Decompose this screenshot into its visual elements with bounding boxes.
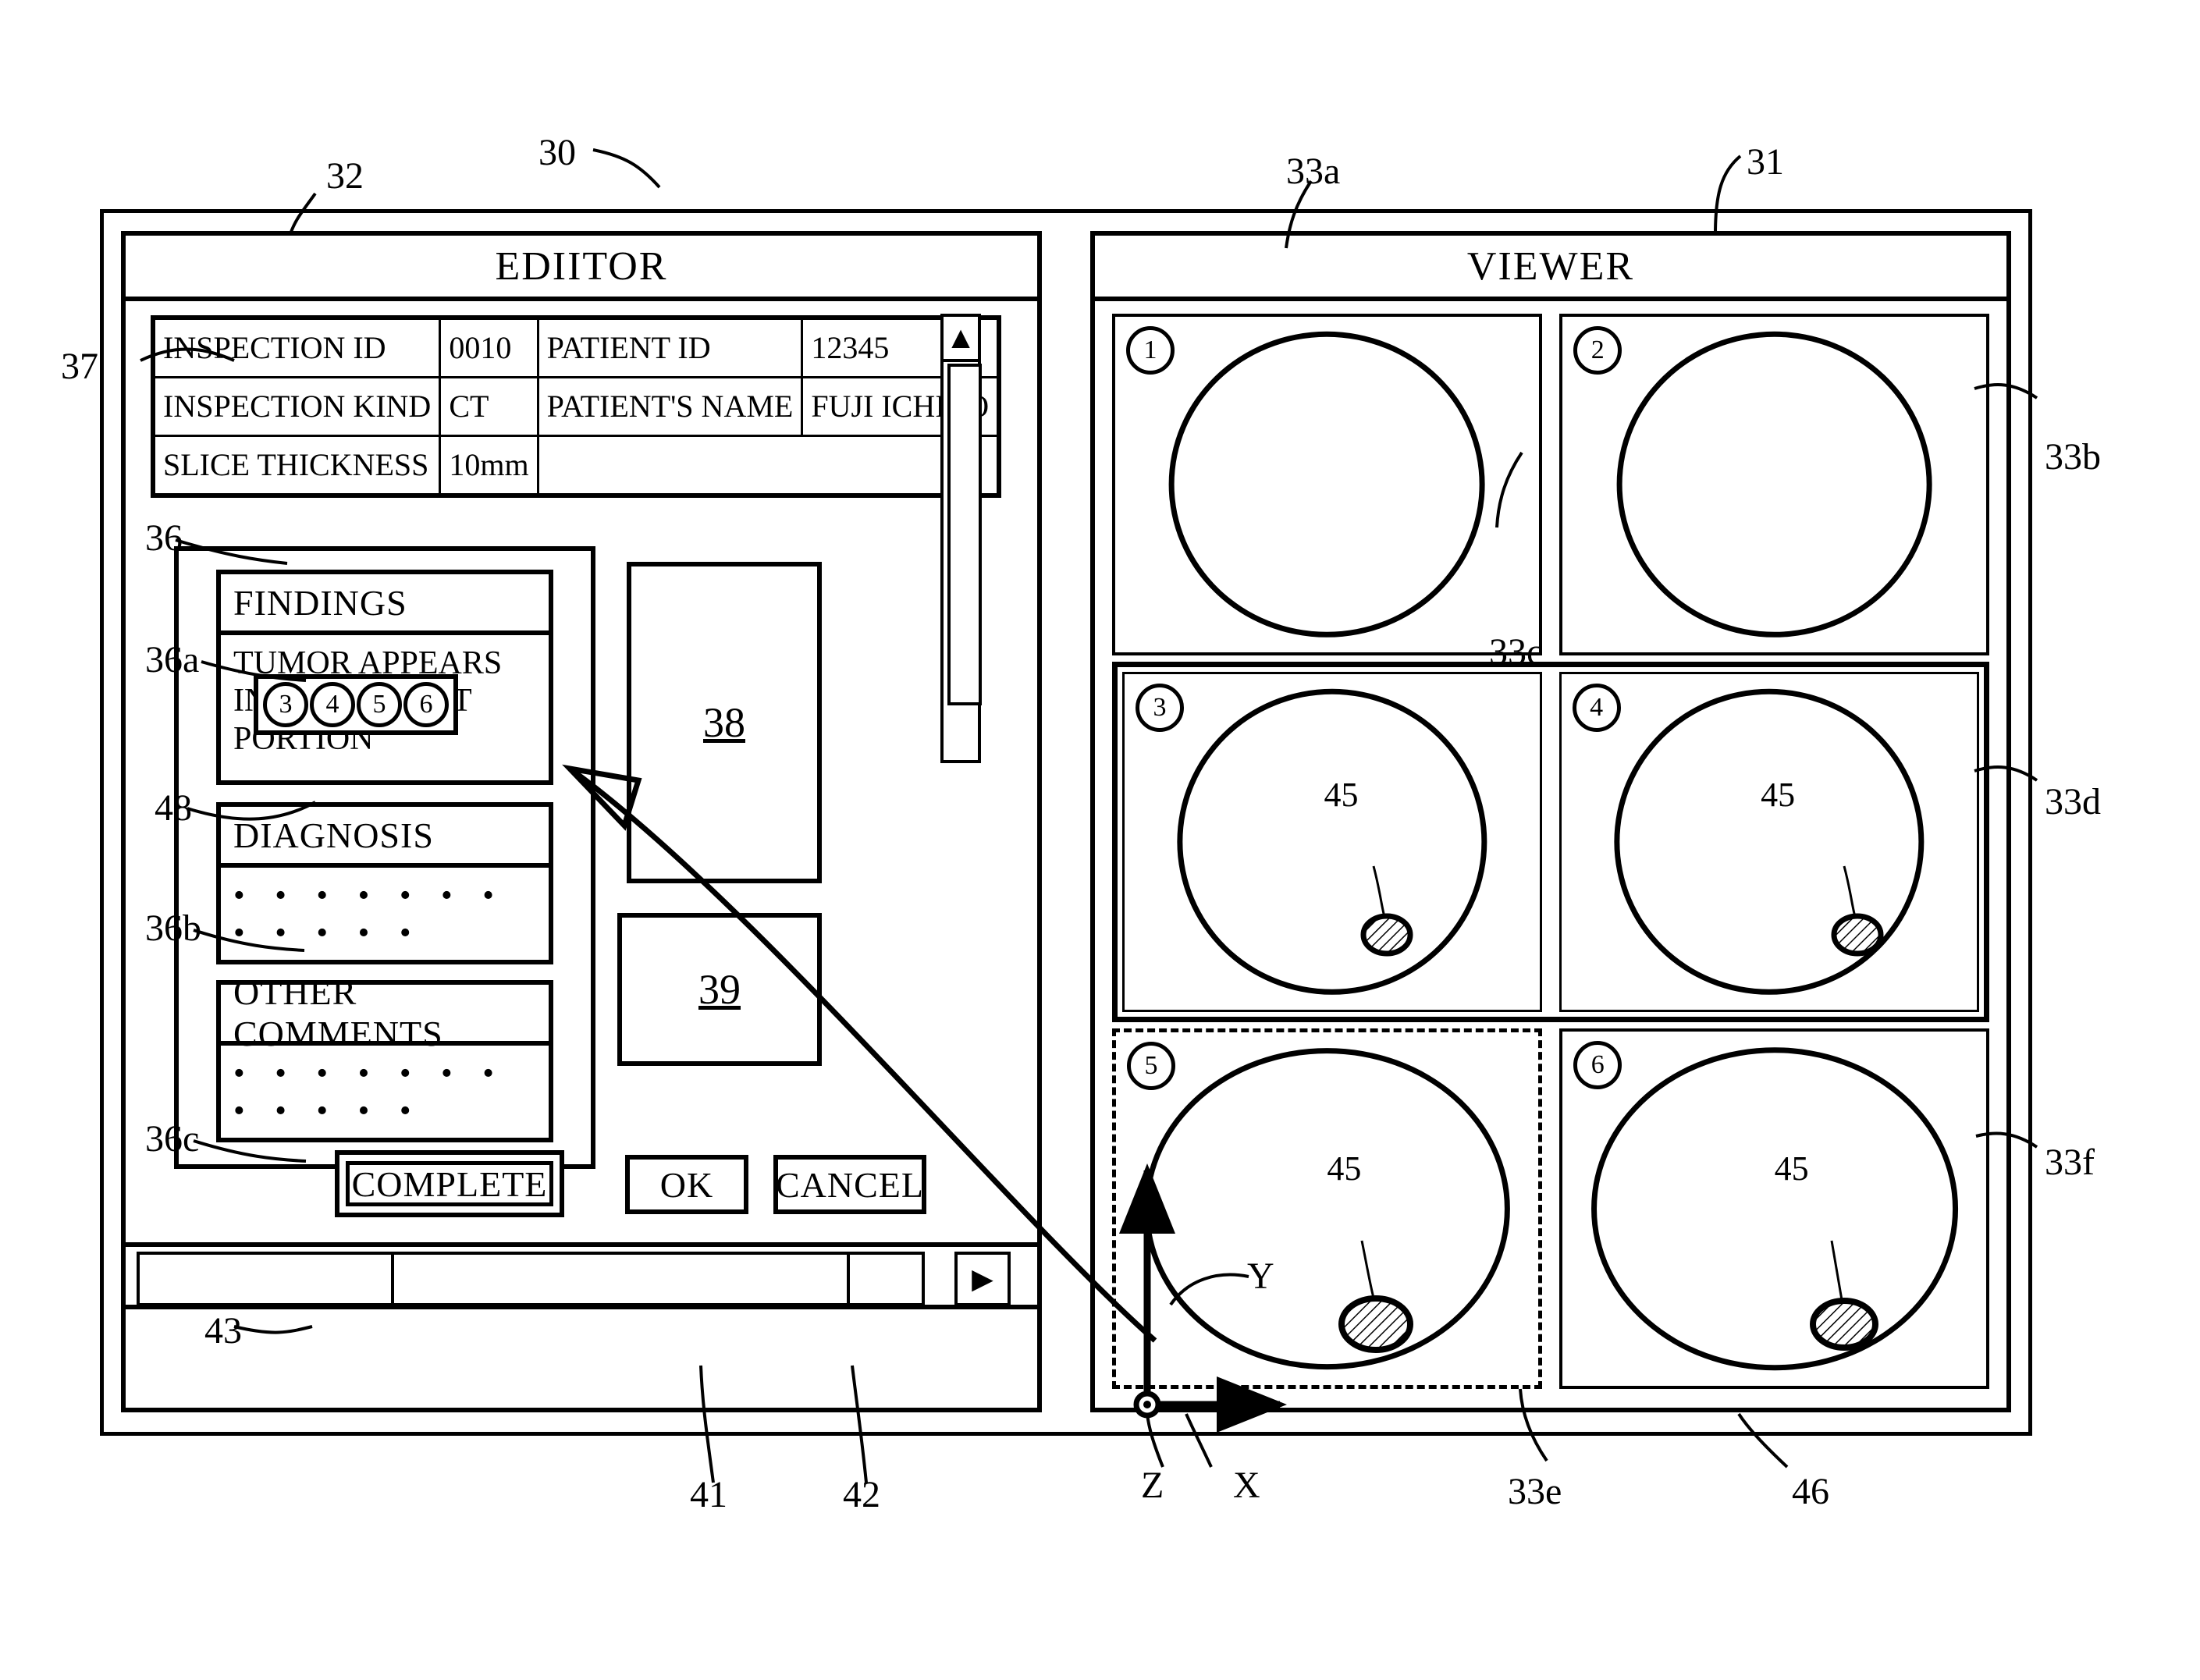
viewer-title: VIEWER <box>1095 236 2006 301</box>
vertical-scrollbar-thumb[interactable] <box>947 364 982 705</box>
viewer-cell-6-number: 6 <box>1573 1041 1622 1089</box>
viewer-row-1: 1 2 <box>1112 314 1989 655</box>
scroll-up-arrow-icon[interactable]: ▲ <box>944 317 978 362</box>
ref-36b: 36b <box>145 907 201 949</box>
placeholder-box-39-label: 39 <box>698 966 741 1013</box>
table-row: INSPECTION ID 0010 PATIENT ID 12345 <box>151 316 1000 378</box>
ok-button-label[interactable]: OK <box>630 1160 744 1209</box>
viewer-cell-5[interactable]: 5 45 <box>1112 1028 1542 1389</box>
organ-outline-6 <box>1590 1047 1958 1370</box>
table-row: SLICE THICKNESS 10mm <box>151 435 999 497</box>
cell-empty-a <box>538 436 802 496</box>
editor-body: INSPECTION ID 0010 PATIENT ID 12345 INSP… <box>126 297 1037 1408</box>
viewer-cell-3-number: 3 <box>1136 684 1184 732</box>
findings-header: FINDINGS <box>221 574 549 635</box>
editor-title: EDIITOR <box>126 236 1037 301</box>
slice-chip-5[interactable]: 5 <box>357 682 402 727</box>
ref-33a: 33a <box>1286 151 1341 192</box>
viewer-cell-5-number: 5 <box>1127 1042 1175 1090</box>
horizontal-scrollbar-thumb[interactable] <box>391 1255 850 1303</box>
ref-36c: 36c <box>145 1118 200 1160</box>
organ-outline-5 <box>1144 1048 1510 1369</box>
ref-37: 37 <box>61 346 98 387</box>
inspection-info-table: INSPECTION ID 0010 PATIENT ID 12345 INSP… <box>151 315 1002 498</box>
complete-button-label[interactable]: COMPLETE <box>346 1161 553 1206</box>
scroll-right-arrow-icon[interactable]: ▶ <box>954 1252 1011 1306</box>
axis-label-y: Y <box>1247 1256 1274 1297</box>
ref-46: 46 <box>1792 1471 1829 1512</box>
cell-patient-name-key: PATIENT'S NAME <box>536 376 804 437</box>
cell-inspection-id-value: 0010 <box>439 316 539 378</box>
slice-chip-3[interactable]: 3 <box>263 682 308 727</box>
ref-33f: 33f <box>2045 1142 2095 1183</box>
viewer-grid: 1 2 3 45 4 45 5 45 6 45 <box>1112 314 1989 1389</box>
viewer-cell-1-number: 1 <box>1126 326 1175 375</box>
cancel-button-label[interactable]: CANCEL <box>776 1160 923 1209</box>
cell-inspection-id-key: INSPECTION ID <box>151 316 442 378</box>
viewer-cell-6[interactable]: 6 45 <box>1559 1028 1989 1389</box>
placeholder-box-38-label: 38 <box>703 699 745 746</box>
cancel-button[interactable]: CANCEL <box>773 1155 926 1214</box>
report-group: FINDINGS TUMOR APPEARS IN REAR RIGHT POR… <box>174 546 595 1169</box>
ref-33b: 33b <box>2045 436 2101 478</box>
viewer-cell-4-number: 4 <box>1572 684 1621 732</box>
ref-32: 32 <box>326 155 364 197</box>
cell-slice-thickness-value: 10mm <box>439 435 539 497</box>
ref-30: 30 <box>538 132 576 173</box>
organ-outline-3 <box>1177 688 1487 996</box>
tumor-label-4: 45 <box>1761 776 1796 814</box>
viewer-cell-2-number: 2 <box>1573 326 1622 375</box>
organ-outline-1 <box>1168 331 1485 638</box>
ref-41: 41 <box>690 1474 727 1515</box>
ref-36: 36 <box>145 517 183 559</box>
diagnosis-header: DIAGNOSIS <box>221 807 549 868</box>
other-comments-header: OTHER COMMENTS <box>221 972 549 1053</box>
axis-label-z: Z <box>1141 1465 1164 1506</box>
tumor-label-6: 45 <box>1774 1149 1809 1188</box>
ref-43: 43 <box>204 1310 242 1351</box>
diagnosis-text[interactable]: • • • • • • • • • • • • <box>221 868 549 965</box>
cell-inspection-kind-value: CT <box>439 376 539 437</box>
diagnosis-section: DIAGNOSIS • • • • • • • • • • • • <box>216 802 553 964</box>
slice-chip-4[interactable]: 4 <box>310 682 355 727</box>
ref-42: 42 <box>843 1474 880 1515</box>
other-comments-text[interactable]: • • • • • • • • • • • • <box>221 1046 549 1143</box>
tumor-label-3: 45 <box>1324 776 1359 814</box>
cell-slice-thickness-key: SLICE THICKNESS <box>151 435 442 497</box>
organ-outline-2 <box>1616 331 1933 638</box>
complete-button[interactable]: COMPLETE <box>335 1150 564 1217</box>
tumor-label-5: 45 <box>1327 1149 1362 1188</box>
viewer-cell-1[interactable]: 1 <box>1112 314 1542 655</box>
viewer-panel: VIEWER 1 2 3 45 4 45 5 45 6 45 <box>1090 231 2011 1412</box>
viewer-row-3: 5 45 6 45 <box>1112 1028 1989 1389</box>
horizontal-scrollbar[interactable]: ▶ <box>126 1242 1037 1309</box>
slice-chip-6[interactable]: 6 <box>403 682 449 727</box>
table-row: INSPECTION KIND CT PATIENT'S NAME FUJI I… <box>151 376 1000 437</box>
ref-31: 31 <box>1747 141 1784 183</box>
ref-48: 48 <box>155 787 192 829</box>
ref-33c: 33c <box>1489 631 1544 673</box>
organ-outline-4 <box>1614 688 1925 996</box>
horizontal-scrollbar-track[interactable] <box>137 1252 925 1306</box>
viewer-row-2: 3 45 4 45 <box>1112 662 1989 1022</box>
viewer-cell-3[interactable]: 3 45 <box>1122 672 1543 1012</box>
slice-number-chip-group[interactable]: 3 4 5 6 <box>254 674 458 735</box>
placeholder-box-39: 39 <box>617 913 822 1066</box>
patent-figure: EDIITOR INSPECTION ID 0010 PATIENT ID 12… <box>0 0 2200 1680</box>
ref-36a: 36a <box>145 639 200 680</box>
vertical-scrollbar[interactable]: ▲ <box>940 314 982 763</box>
editor-panel: EDIITOR INSPECTION ID 0010 PATIENT ID 12… <box>121 231 1042 1412</box>
viewer-cell-4[interactable]: 4 45 <box>1558 672 1979 1012</box>
ref-33d: 33d <box>2045 781 2101 822</box>
cell-inspection-kind-key: INSPECTION KIND <box>151 376 442 437</box>
viewer-cell-2[interactable]: 2 <box>1559 314 1989 655</box>
ref-33e: 33e <box>1508 1471 1562 1512</box>
axis-label-x: X <box>1233 1465 1260 1506</box>
ok-button[interactable]: OK <box>625 1155 748 1214</box>
placeholder-box-38: 38 <box>627 562 822 883</box>
other-comments-section: OTHER COMMENTS • • • • • • • • • • • • <box>216 972 553 1143</box>
cell-patient-id-key: PATIENT ID <box>536 316 804 378</box>
